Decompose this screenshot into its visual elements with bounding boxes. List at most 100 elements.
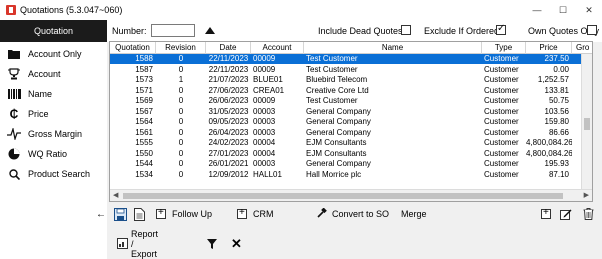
edit-icon[interactable]: [560, 206, 572, 222]
cell-revision: 0: [178, 159, 184, 168]
cell-name: Hall Morrice plc: [306, 169, 362, 179]
cell-quotation: 1571: [135, 85, 153, 95]
scroll-left-icon[interactable]: ◀: [113, 191, 118, 199]
cell-name: General Company: [306, 159, 371, 168]
column-header[interactable]: Quotation: [110, 42, 156, 54]
cell-type: Customer: [484, 85, 519, 95]
cell-date: 26/06/2023: [208, 96, 249, 105]
cell-account: HALL01: [253, 169, 282, 179]
column-header[interactable]: Price: [526, 42, 572, 54]
exclude-ordered-label: Exclude If Ordered: [424, 26, 500, 36]
column-header[interactable]: Name: [304, 42, 482, 54]
cell-name: Creative Core Ltd: [306, 85, 369, 95]
add-button[interactable]: [541, 206, 551, 222]
column-header[interactable]: Date: [206, 42, 251, 54]
sidebar-item-account[interactable]: Account: [0, 64, 107, 84]
cell-type: Customer: [484, 159, 519, 168]
folder-icon: [7, 48, 21, 60]
back-arrow-icon[interactable]: ←: [96, 206, 106, 222]
cell-account: 00003: [253, 159, 276, 168]
cell-date: 22/11/2023: [208, 54, 249, 63]
vertical-scrollbar[interactable]: [581, 54, 592, 191]
table-row[interactable]: 1555 0 24/02/2023 00004 EJM Consultants Custo…: [110, 138, 583, 148]
exclude-ordered-checkbox[interactable]: [496, 23, 506, 35]
convert-to-so-button[interactable]: Convert to SO: [317, 206, 389, 222]
follow-up-button[interactable]: Follow Up: [156, 206, 212, 222]
cell-price: 103.56: [544, 106, 569, 116]
table-row[interactable]: 1564 0 09/05/2023 00003 General Company Custo…: [110, 117, 583, 127]
sidebar-item-wq-ratio[interactable]: WQ Ratio: [0, 144, 107, 164]
cell-account: BLUE01: [253, 75, 283, 84]
sidebar-item-label: Account: [28, 69, 61, 79]
include-dead-checkbox[interactable]: [401, 25, 411, 35]
sidebar-item-product-search[interactable]: Product Search: [0, 164, 107, 184]
cell-account: 00003: [253, 127, 276, 137]
report-export-button[interactable]: Report / Export: [117, 229, 158, 259]
cell-quotation: 1555: [135, 138, 153, 147]
scroll-thumb[interactable]: [123, 193, 563, 199]
horizontal-scrollbar[interactable]: ◀ ▶: [110, 189, 592, 201]
close-button[interactable]: ✕: [576, 0, 602, 20]
scroll-right-icon[interactable]: ▶: [584, 191, 589, 199]
sidebar-item-account-only[interactable]: Account Only: [0, 44, 107, 64]
own-only-checkbox[interactable]: [587, 25, 597, 35]
column-header[interactable]: Gro: [572, 42, 592, 54]
search-icon: [7, 168, 21, 180]
save-icon[interactable]: [114, 206, 127, 222]
cell-price: 159.80: [544, 117, 569, 126]
maximize-button[interactable]: ☐: [550, 0, 576, 20]
table-row[interactable]: 1567 0 31/05/2023 00003 General Company Custo…: [110, 107, 583, 117]
cell-type: Customer: [484, 106, 519, 116]
pound-icon: ₵: [9, 107, 19, 121]
column-header[interactable]: Account: [251, 42, 304, 54]
cell-revision: 0: [178, 127, 184, 137]
cell-price: 1,252.57: [537, 75, 569, 84]
sidebar-item-quotation[interactable]: Quotation: [0, 20, 107, 42]
cell-revision: 0: [178, 54, 184, 63]
sidebar-item-price[interactable]: ₵ Price: [0, 104, 107, 124]
table-row[interactable]: 1550 0 27/01/2023 00004 EJM Consultants Custo…: [110, 149, 583, 159]
table-row[interactable]: 1561 0 26/04/2023 00003 General Company Custo…: [110, 128, 583, 138]
add-icon: [156, 207, 166, 219]
scroll-thumb[interactable]: [584, 118, 590, 130]
document-icon[interactable]: [134, 206, 145, 222]
crm-button[interactable]: CRM: [237, 206, 274, 222]
column-header[interactable]: Revision: [156, 42, 206, 54]
table-row[interactable]: 1534 0 12/09/2012 HALL01 Hall Morrice plc Cus…: [110, 170, 583, 180]
cell-account: 00009: [253, 96, 276, 105]
clear-filter-icon[interactable]: ✕: [231, 236, 242, 252]
table-row[interactable]: 1571 0 27/06/2023 CREA01 Creative Core Ltd Cu…: [110, 86, 583, 96]
table-row[interactable]: 1588 0 22/11/2023 00009 Test Customer Custome…: [110, 54, 583, 64]
cell-name: General Company: [306, 106, 371, 116]
minimize-button[interactable]: —: [524, 0, 550, 20]
cell-quotation: 1534: [135, 169, 153, 179]
sidebar-item-name[interactable]: Name: [0, 84, 107, 104]
cell-price: 4,800,084.26: [526, 138, 572, 147]
number-label: Number:: [112, 26, 147, 36]
filter-icon[interactable]: [207, 236, 217, 252]
cell-date: 09/05/2023: [208, 117, 249, 126]
trash-icon[interactable]: [583, 206, 594, 222]
cell-price: 237.50: [544, 54, 569, 63]
cell-price: 87.10: [548, 169, 569, 179]
cell-price: 86.66: [548, 127, 569, 137]
cell-revision: 0: [178, 117, 184, 126]
cell-type: Customer: [484, 138, 519, 147]
cell-price: 133.81: [544, 85, 569, 95]
sidebar-item-gross-margin[interactable]: Gross Margin: [0, 124, 107, 144]
cell-quotation: 1569: [135, 96, 153, 105]
table-row[interactable]: 1573 1 21/07/2023 BLUE01 Bluebird Telecom Cus…: [110, 75, 583, 85]
number-input[interactable]: [151, 24, 195, 37]
hammer-icon: [317, 207, 327, 220]
action-toolbar: ← Follow Up CRM Convert to SO Merge: [90, 206, 602, 222]
table-row[interactable]: 1544 0 26/01/2021 00003 General Company Custo…: [110, 159, 583, 169]
cell-quotation: 1564: [135, 117, 153, 126]
merge-button[interactable]: Merge: [401, 206, 427, 222]
table-row[interactable]: 1587 0 22/11/2023 00009 Test Customer Custome…: [110, 65, 583, 75]
cell-type: Customer: [484, 169, 519, 179]
sort-up-icon[interactable]: [205, 27, 215, 34]
add-icon: [541, 207, 551, 219]
table-row[interactable]: 1569 0 26/06/2023 00009 Test Customer Custome…: [110, 96, 583, 106]
column-header[interactable]: Type: [482, 42, 526, 54]
cell-type: Customer: [484, 148, 519, 158]
